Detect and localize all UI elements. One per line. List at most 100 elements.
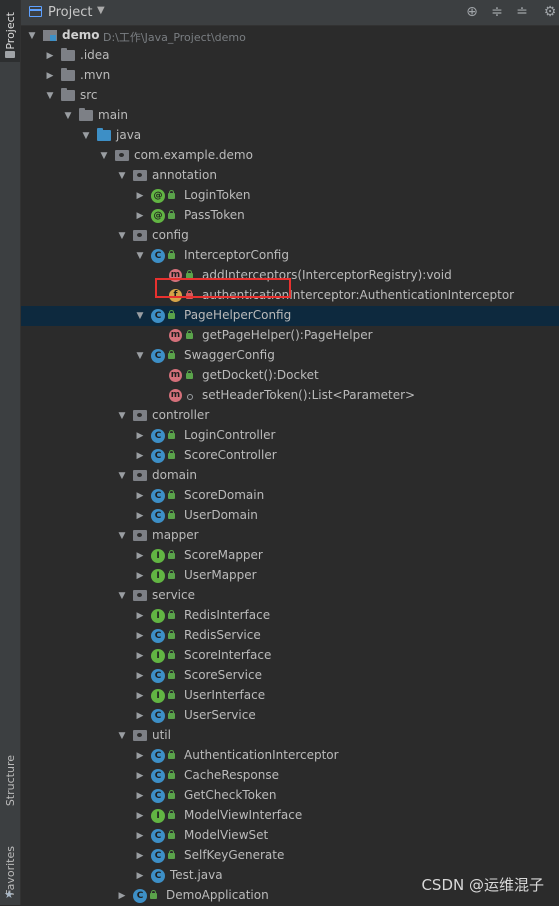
class-icon: C [151, 489, 165, 503]
tree-row[interactable]: ▼ mapper [21, 526, 559, 546]
chevron-right-icon[interactable]: ▶ [134, 768, 146, 784]
package-icon [133, 170, 147, 181]
chevron-right-icon[interactable]: ▶ [134, 808, 146, 824]
chevron-down-icon[interactable]: ▼ [116, 168, 128, 184]
lock-icon [168, 510, 175, 519]
locate-icon[interactable]: ⊕ [463, 3, 481, 21]
chevron-down-icon[interactable]: ▼ [98, 148, 110, 164]
chevron-right-icon[interactable]: ▶ [134, 708, 146, 724]
tree-row[interactable]: ▶ C AuthenticationInterceptor [21, 746, 559, 766]
tree-row[interactable]: ▼ annotation [21, 166, 559, 186]
settings-icon[interactable]: ⚙ [541, 3, 559, 21]
tree-row[interactable]: ▼ java [21, 126, 559, 146]
tree-row[interactable]: ▼ demo D:\工作\Java_Project\demo [21, 26, 559, 46]
class-icon: C [151, 849, 165, 863]
chevron-right-icon[interactable]: ▶ [44, 68, 56, 84]
chevron-right-icon[interactable]: ▶ [134, 688, 146, 704]
tree-row[interactable]: ▶ I RedisInterface [21, 606, 559, 626]
chevron-right-icon[interactable]: ▶ [134, 788, 146, 804]
chevron-down-icon[interactable]: ▼ [134, 308, 146, 324]
tree-row[interactable]: ▼ controller [21, 406, 559, 426]
collapse-all-icon[interactable]: ≐ [513, 3, 531, 21]
chevron-right-icon[interactable]: ▶ [44, 48, 56, 64]
tree-row[interactable]: ▶ C SelfKeyGenerate [21, 846, 559, 866]
tree-item-label: SwaggerConfig [184, 348, 275, 362]
tree-row[interactable]: ▼ domain [21, 466, 559, 486]
tree-row[interactable]: ▼ config [21, 226, 559, 246]
chevron-down-icon[interactable]: ▼ [26, 28, 38, 44]
chevron-down-icon[interactable]: ▼ [116, 228, 128, 244]
project-view-selector[interactable]: Project [48, 5, 92, 20]
tree-row[interactable]: ▶ I ScoreMapper [21, 546, 559, 566]
tree-row[interactable]: m setHeaderToken():List<Parameter> [21, 386, 559, 406]
tree-row[interactable]: ▶ C GetCheckToken [21, 786, 559, 806]
tree-row[interactable]: ▶ C ModelViewSet [21, 826, 559, 846]
chevron-down-icon[interactable]: ▼ [134, 348, 146, 364]
tree-row[interactable]: m getDocket():Docket [21, 366, 559, 386]
chevron-down-icon[interactable]: ▼ [116, 408, 128, 424]
tree-row[interactable]: m getPageHelper():PageHelper [21, 326, 559, 346]
tree-row[interactable]: ▶ C ScoreController [21, 446, 559, 466]
expand-all-icon[interactable]: ≑ [488, 3, 506, 21]
chevron-right-icon[interactable]: ▶ [134, 508, 146, 524]
tree-row[interactable]: ▶ C ScoreDomain [21, 486, 559, 506]
project-tool-tab[interactable]: Project [0, 0, 20, 62]
tree-row[interactable]: ▶ @ LoginToken [21, 186, 559, 206]
tree-row[interactable]: ▶ I UserInterface [21, 686, 559, 706]
chevron-right-icon[interactable]: ▶ [134, 208, 146, 224]
chevron-right-icon[interactable]: ▶ [134, 828, 146, 844]
chevron-down-icon[interactable]: ▼ [116, 588, 128, 604]
chevron-down-icon[interactable]: ▼ [44, 88, 56, 104]
tree-row[interactable]: ▶ @ PassToken [21, 206, 559, 226]
tree-row[interactable]: ▶ .mvn [21, 66, 559, 86]
chevron-down-icon[interactable]: ▼ [116, 728, 128, 744]
structure-tool-tab[interactable]: Structure [0, 748, 20, 814]
tree-row[interactable]: ▶ C RedisService [21, 626, 559, 646]
tree-row[interactable]: ▶ I UserMapper [21, 566, 559, 586]
tree-row[interactable]: ▶ C UserService [21, 706, 559, 726]
tree-row[interactable]: ▶ C CacheResponse [21, 766, 559, 786]
tree-row[interactable]: ▼ C PageHelperConfig [21, 306, 559, 326]
tree-row[interactable]: ▼ main [21, 106, 559, 126]
tree-item-label: java [116, 128, 142, 142]
tree-row[interactable]: ▶ C ScoreService [21, 666, 559, 686]
chevron-right-icon[interactable]: ▶ [134, 428, 146, 444]
tree-row[interactable]: ▼ util [21, 726, 559, 746]
chevron-down-icon[interactable]: ▼ [116, 528, 128, 544]
lock-icon [168, 710, 175, 719]
tree-row[interactable]: ▼ C InterceptorConfig [21, 246, 559, 266]
chevron-right-icon[interactable]: ▶ [134, 648, 146, 664]
chevron-right-icon[interactable]: ▶ [116, 888, 128, 904]
chevron-right-icon[interactable]: ▶ [134, 448, 146, 464]
tree-item-label: LoginController [184, 428, 276, 442]
chevron-right-icon[interactable]: ▶ [134, 608, 146, 624]
tree-row[interactable]: ▶ .idea [21, 46, 559, 66]
chevron-right-icon[interactable]: ▶ [134, 748, 146, 764]
tree-row[interactable]: ▼ service [21, 586, 559, 606]
chevron-down-icon[interactable]: ▼ [134, 248, 146, 264]
chevron-down-icon[interactable]: ▼ [62, 108, 74, 124]
chevron-right-icon[interactable]: ▶ [134, 848, 146, 864]
chevron-down-icon[interactable]: ▼ [80, 128, 92, 144]
chevron-right-icon[interactable]: ▶ [134, 488, 146, 504]
chevron-right-icon[interactable]: ▶ [134, 548, 146, 564]
project-tree[interactable]: ▼ demo D:\工作\Java_Project\demo ▶ .idea ▶ .mvn ▼… [21, 26, 559, 905]
tree-row[interactable]: ▶ C UserDomain [21, 506, 559, 526]
chevron-right-icon[interactable]: ▶ [134, 188, 146, 204]
tree-item-label: .idea [80, 48, 110, 62]
chevron-right-icon[interactable]: ▶ [134, 668, 146, 684]
tree-row[interactable]: ▶ I ModelViewInterface [21, 806, 559, 826]
tree-item-label: ScoreController [184, 448, 277, 462]
favorites-tool-tab[interactable]: Favorites ★ [0, 836, 20, 905]
chevron-down-icon[interactable]: ▼ [116, 468, 128, 484]
chevron-right-icon[interactable]: ▶ [134, 568, 146, 584]
chevron-right-icon[interactable]: ▶ [134, 868, 146, 884]
tree-row[interactable]: ▶ C LoginController [21, 426, 559, 446]
tree-row[interactable]: ▶ I ScoreInterface [21, 646, 559, 666]
tree-row[interactable]: ▼ C SwaggerConfig [21, 346, 559, 366]
chevron-down-icon[interactable]: ▼ [97, 5, 105, 16]
tree-item-label: service [152, 588, 195, 602]
tree-row[interactable]: ▼ com.example.demo [21, 146, 559, 166]
chevron-right-icon[interactable]: ▶ [134, 628, 146, 644]
tree-row[interactable]: ▼ src [21, 86, 559, 106]
